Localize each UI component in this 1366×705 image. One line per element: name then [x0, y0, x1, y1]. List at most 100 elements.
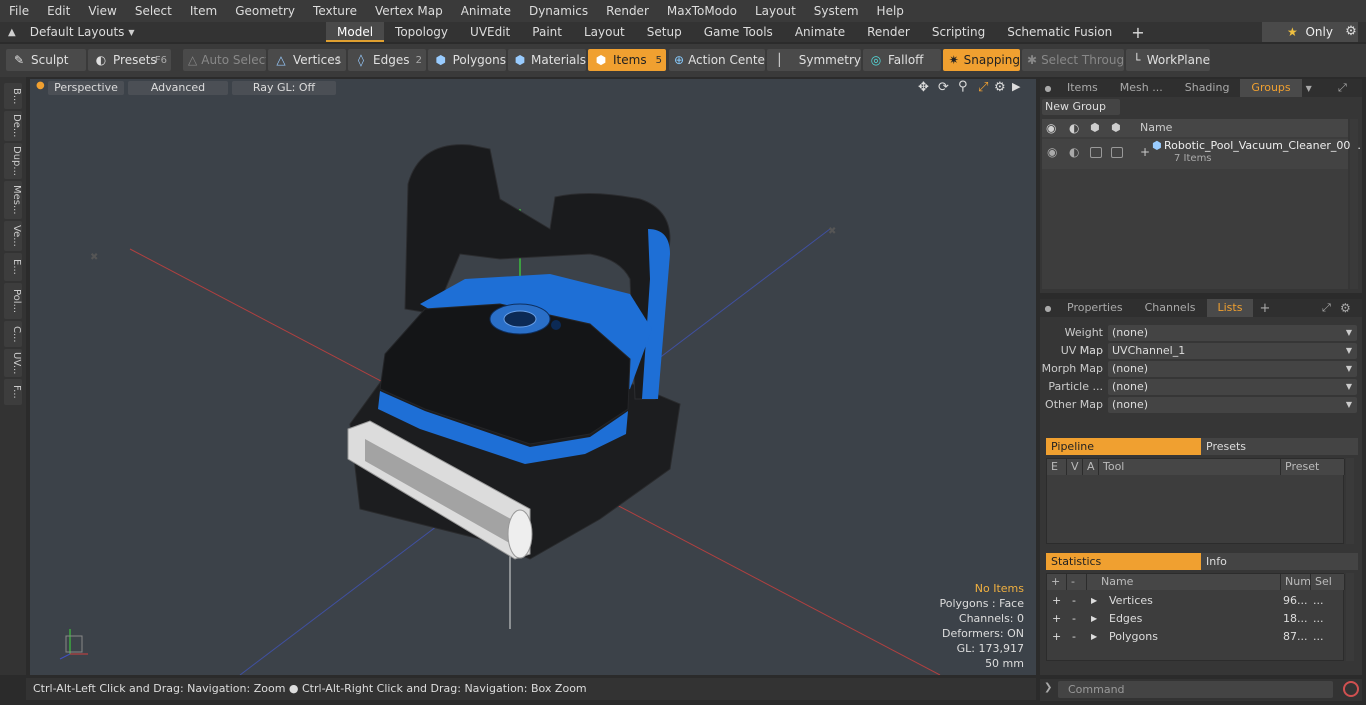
row-remove-button[interactable]: - — [1072, 628, 1076, 646]
tab-pipeline[interactable]: Pipeline — [1046, 438, 1201, 455]
default-layouts-dropdown[interactable]: ▲ Default Layouts ▼ — [0, 22, 326, 42]
expand-plus-icon[interactable]: + — [1140, 145, 1150, 159]
new-group-button[interactable]: New Group — [1042, 99, 1120, 115]
snapping-button[interactable]: ✷ Snapping — [943, 49, 1020, 71]
3d-viewport[interactable]: ✖ ✖ ● Perspective Advanced Ray GL: Off ✥… — [30, 79, 1036, 675]
view-type-button[interactable]: Perspective — [48, 81, 124, 95]
polygons-button[interactable]: ⬢ Polygons — [428, 49, 506, 71]
left-tab-basic[interactable]: B... — [4, 83, 22, 109]
tab-topology[interactable]: Topology — [384, 22, 459, 42]
stats-row-polygons[interactable]: + - ▶ Polygons 87... ... — [1047, 628, 1345, 646]
left-tab-duplicate[interactable]: Dup... — [4, 143, 22, 179]
command-input[interactable]: Command — [1058, 681, 1333, 698]
statistics-scrollbar[interactable] — [1346, 573, 1354, 661]
menu-system[interactable]: System — [805, 0, 868, 22]
workplane-button[interactable]: └ WorkPlane — [1126, 49, 1210, 71]
record-macro-icon[interactable] — [1343, 681, 1359, 697]
menu-item[interactable]: Item — [181, 0, 226, 22]
row-add-button[interactable]: + — [1052, 592, 1061, 610]
tab-model[interactable]: Model — [326, 22, 385, 42]
left-tab-mesh-edit[interactable]: Mes... — [4, 181, 22, 219]
chevron-down-icon[interactable]: ▼ — [1306, 84, 1312, 93]
viewport-expand-icon[interactable]: ▶ — [1012, 80, 1020, 93]
weight-map-select[interactable]: (none) ▼ — [1108, 325, 1357, 341]
tab-scripting[interactable]: Scripting — [921, 22, 996, 42]
stats-row-edges[interactable]: + - ▶ Edges 18... ... — [1047, 610, 1345, 628]
select-through-button[interactable]: ✱ Select Through — [1022, 49, 1124, 71]
panel-gear-icon[interactable]: ⚙ — [1340, 301, 1351, 315]
menu-help[interactable]: Help — [868, 0, 913, 22]
raygl-button[interactable]: Ray GL: Off — [232, 81, 336, 95]
vertices-button[interactable]: △ Vertices 1 — [268, 49, 346, 71]
left-tab-uv[interactable]: UV... — [4, 349, 22, 377]
left-tab-edge[interactable]: E... — [4, 253, 22, 281]
tab-properties[interactable]: Properties — [1056, 299, 1134, 317]
edges-button[interactable]: ◊ Edges 2 — [348, 49, 426, 71]
uv-map-select[interactable]: UVChannel_1 ▼ — [1108, 343, 1357, 359]
row-remove-button[interactable]: - — [1072, 592, 1076, 610]
rotate-icon[interactable]: ⟳ — [938, 80, 949, 95]
fit-view-icon[interactable]: ⤢ — [978, 80, 988, 95]
menu-layout[interactable]: Layout — [746, 0, 805, 22]
viewport-menu-dot[interactable]: ● — [36, 80, 45, 91]
tab-uvedit[interactable]: UVEdit — [459, 22, 521, 42]
shading-mode-button[interactable]: Advanced — [128, 81, 228, 95]
menu-geometry[interactable]: Geometry — [226, 0, 304, 22]
menu-render[interactable]: Render — [597, 0, 658, 22]
row-add-button[interactable]: + — [1052, 628, 1061, 646]
menu-vertex-map[interactable]: Vertex Map — [366, 0, 452, 22]
action-center-button[interactable]: ⊕ Action Center — [669, 49, 765, 71]
add-tab-icon[interactable]: + — [1259, 301, 1270, 316]
row-render-icon[interactable]: ◐ — [1069, 145, 1079, 159]
particle-map-select[interactable]: (none) ▼ — [1108, 379, 1357, 395]
expand-triangle-icon[interactable]: ▶ — [1091, 592, 1097, 610]
pipeline-scrollbar[interactable] — [1346, 458, 1354, 544]
materials-button[interactable]: ⬢ Materials — [508, 49, 586, 71]
presets-button[interactable]: ◐ Presets F6 — [88, 49, 171, 71]
group-row[interactable]: ◉ ◐ + ⬢ Robotic_Pool_Vacuum_Cleaner_00..… — [1042, 139, 1361, 169]
tab-channels[interactable]: Channels — [1134, 299, 1207, 317]
add-tab-button[interactable]: + — [1123, 23, 1152, 42]
groups-scrollbar[interactable] — [1350, 119, 1358, 289]
falloff-button[interactable]: ◎ Falloff — [863, 49, 941, 71]
left-tab-deform[interactable]: De... — [4, 111, 22, 141]
left-tab-fusion[interactable]: F... — [4, 379, 22, 405]
row-eye-icon[interactable]: ◉ — [1047, 145, 1057, 159]
items-button[interactable]: ⬢ Items 5 — [588, 49, 666, 71]
row-add-button[interactable]: + — [1052, 610, 1061, 628]
tab-setup[interactable]: Setup — [636, 22, 693, 42]
panel-expand-icon[interactable]: ⤢ — [1338, 81, 1347, 95]
expand-triangle-icon[interactable]: ▶ — [1091, 628, 1097, 646]
menu-dynamics[interactable]: Dynamics — [520, 0, 597, 22]
zoom-icon[interactable]: ⚲ — [958, 79, 968, 94]
menu-select[interactable]: Select — [126, 0, 181, 22]
tab-render[interactable]: Render — [856, 22, 921, 42]
menu-animate[interactable]: Animate — [452, 0, 520, 22]
row-lock-checkbox[interactable] — [1090, 147, 1102, 158]
auto-select-button[interactable]: △ Auto Select — [183, 49, 266, 71]
left-tab-polygon[interactable]: Pol... — [4, 283, 22, 319]
menu-view[interactable]: View — [79, 0, 125, 22]
tab-game-tools[interactable]: Game Tools — [693, 22, 784, 42]
stats-row-vertices[interactable]: + - ▶ Vertices 96... ... — [1047, 592, 1345, 610]
menu-file[interactable]: File — [0, 0, 38, 22]
gear-icon[interactable]: ⚙ — [1340, 22, 1362, 42]
tab-items[interactable]: Items — [1056, 79, 1109, 97]
panel-expand-icon[interactable]: ⤢ — [1322, 301, 1331, 315]
tab-shading[interactable]: Shading — [1174, 79, 1241, 97]
pan-icon[interactable]: ✥ — [918, 80, 929, 95]
symmetry-button[interactable]: │ Symmetry — [767, 49, 861, 71]
tab-mesh[interactable]: Mesh ... — [1109, 79, 1174, 97]
row-remove-button[interactable]: - — [1072, 610, 1076, 628]
tab-groups[interactable]: Groups — [1240, 79, 1302, 97]
sculpt-button[interactable]: ✎ Sculpt — [6, 49, 86, 71]
tab-lists[interactable]: Lists — [1206, 299, 1254, 317]
menu-maxtomodo[interactable]: MaxToModo — [658, 0, 746, 22]
panel-menu-dot[interactable]: ● — [1040, 304, 1056, 313]
tab-layout[interactable]: Layout — [573, 22, 636, 42]
tab-statistics[interactable]: Statistics — [1046, 553, 1201, 570]
expand-triangle-icon[interactable]: ▶ — [1091, 610, 1097, 628]
menu-texture[interactable]: Texture — [304, 0, 366, 22]
tab-presets[interactable]: Presets — [1201, 438, 1358, 455]
panel-menu-dot[interactable]: ● — [1040, 84, 1056, 93]
